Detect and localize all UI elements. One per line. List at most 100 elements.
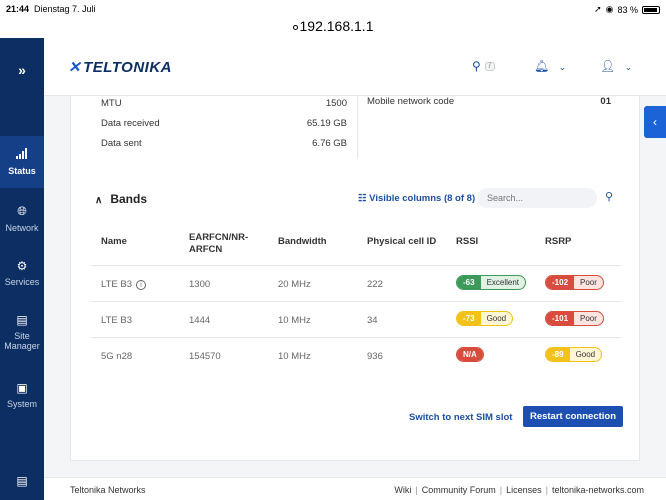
mobile-status-card: MTU 1500 Data received 65.19 GB Data sen… — [70, 96, 640, 461]
rsrp-badge: -102 Poor — [545, 275, 604, 290]
columns-icon: ☷ — [358, 193, 367, 204]
table-row: 5G n28 154570 10 MHz 936 N/A -89 Good — [91, 337, 621, 373]
chevron-down-icon: ⌄ — [558, 62, 567, 72]
rssi-badge: N/A — [456, 347, 484, 362]
column-header-rsrp[interactable]: RSRP — [545, 236, 571, 247]
info-row-mobile-network-code: Mobile network code 01 — [367, 96, 611, 107]
device-status-bar: 21:44 Dienstag 7. Juli ➚ ◉ 83 % — [0, 0, 666, 18]
clock: 21:44 — [6, 4, 30, 14]
footer-company: Teltonika Networks — [70, 485, 146, 495]
info-label: Data sent — [101, 138, 142, 149]
expand-sidebar-button[interactable]: » — [0, 62, 44, 78]
cell-name: 5G n28 — [101, 351, 133, 362]
rsrp-badge: -89 Good — [545, 347, 603, 362]
notifications-button[interactable]: 🔔︎ ⌄ — [534, 59, 566, 73]
side-panel-toggle[interactable]: ‹ — [644, 106, 666, 138]
info-row-mtu: MTU 1500 — [101, 98, 347, 109]
column-header-name[interactable]: Name — [101, 236, 127, 247]
column-header-bandwidth[interactable]: Bandwidth — [278, 236, 327, 247]
location-icon: ➚ — [594, 4, 602, 14]
rsrp-badge: -101 Poor — [545, 311, 604, 326]
table-row: LTE B3 i 1300 20 MHz 222 -63 Excellent -10… — [91, 265, 621, 301]
user-menu-button[interactable]: 👤︎ ⌄ — [600, 59, 632, 73]
column-header-pci[interactable]: Physical cell ID — [367, 236, 436, 247]
info-row-data-sent: Data sent 6.76 GB — [101, 138, 347, 149]
sidebar-item-system[interactable]: ▣ System — [0, 381, 44, 409]
info-value: 6.76 GB — [312, 138, 347, 149]
documentation-icon[interactable]: ▤ — [0, 474, 44, 488]
footer: Teltonika Networks Wiki | Community Foru… — [44, 477, 666, 500]
lock-rotation-icon: ◉ — [605, 4, 614, 14]
bands-search-input[interactable] — [477, 188, 597, 208]
signal-icon — [0, 148, 44, 162]
info-icon[interactable]: i — [135, 280, 146, 290]
switch-sim-button[interactable]: Switch to next SIM slot — [409, 412, 512, 423]
battery-percent: 83 % — [617, 4, 638, 15]
sidebar-item-site-manager[interactable]: ▤ Site Manager — [0, 313, 44, 351]
logo-mark-icon: ✕ — [68, 59, 82, 76]
table-row: LTE B3 1444 10 MHz 34 -73 Good -101 Poor — [91, 301, 621, 337]
cell-bandwidth: 10 MHz — [278, 351, 311, 362]
info-value: 1500 — [325, 98, 347, 109]
search-icon: ⚲ — [472, 59, 481, 73]
search-button[interactable]: ⚲ — [605, 190, 613, 203]
footer-link-licenses[interactable]: Licenses — [506, 485, 542, 495]
footer-link-wiki[interactable]: Wiki — [394, 485, 411, 495]
gear-icon: ⚙ — [16, 259, 28, 273]
visible-columns-button[interactable]: ☷ Visible columns (8 of 8) — [358, 193, 475, 204]
sidebar-item-status[interactable]: Status — [0, 136, 44, 188]
battery-icon — [642, 5, 660, 14]
bell-icon: 🔔︎ — [534, 59, 550, 73]
column-divider — [357, 96, 358, 158]
globe-icon: 🌐︎ — [17, 204, 27, 218]
date: Dienstag 7. Juli — [34, 4, 96, 14]
site-manager-icon: ▤ — [16, 313, 28, 327]
divider: | — [415, 485, 418, 495]
sidebar-item-label: Site Manager — [4, 331, 40, 351]
sidebar-item-label: Services — [4, 277, 40, 287]
address-bar[interactable]: 192.168.1.1 — [0, 18, 666, 38]
user-settings-icon: 👤︎ — [600, 59, 616, 73]
sidebar-item-label: Status — [8, 166, 36, 176]
cell-bandwidth: 10 MHz — [278, 315, 311, 326]
footer-link-website[interactable]: teltonika-networks.com — [552, 485, 644, 495]
cell-pci: 222 — [367, 279, 383, 290]
sidebar-item-services[interactable]: ⚙ Services — [0, 259, 44, 287]
info-value: 01 — [600, 96, 611, 107]
chevron-down-icon: ⌄ — [624, 62, 633, 72]
cell-pci: 936 — [367, 351, 383, 362]
teltonika-logo[interactable]: ✕ TELTONIKA — [68, 58, 172, 76]
footer-link-forum[interactable]: Community Forum — [422, 485, 496, 495]
column-header-earfcn[interactable]: EARFCN/NR-ARFCN — [189, 232, 259, 256]
divider: | — [545, 485, 548, 495]
footer-links: Wiki | Community Forum | Licenses | telt… — [394, 485, 644, 495]
cell-name: LTE B3 i — [101, 279, 146, 290]
info-row-data-received: Data received 65.19 GB — [101, 118, 347, 129]
info-value: 65.19 GB — [306, 118, 347, 129]
site-indicator-icon — [292, 24, 298, 30]
url-text: 192.168.1.1 — [299, 18, 374, 34]
visible-columns-label: Visible columns (8 of 8) — [369, 193, 476, 204]
status-indicators: ➚ ◉ 83 % — [594, 4, 660, 15]
cell-earfcn: 154570 — [189, 351, 221, 362]
bands-section-toggle[interactable]: ∧ Bands — [95, 192, 147, 206]
sidebar-item-label: System — [6, 399, 37, 409]
sidebar: » Status 🌐︎ Network ⚙ Services ▤ Site Ma… — [0, 38, 44, 500]
cell-bandwidth: 20 MHz — [278, 279, 311, 290]
info-label: Mobile network code — [367, 96, 455, 107]
divider: | — [499, 485, 503, 495]
chevron-up-icon: ∧ — [95, 195, 103, 206]
sidebar-item-label: Network — [5, 223, 39, 233]
global-search-button[interactable]: ⚲ / — [472, 59, 495, 73]
info-label: Data received — [101, 118, 160, 129]
chevron-left-icon: ‹ — [653, 115, 657, 129]
sidebar-item-network[interactable]: 🌐︎ Network — [0, 204, 44, 233]
brand-name: TELTONIKA — [83, 59, 173, 76]
section-title: Bands — [110, 192, 148, 206]
info-label: MTU — [101, 98, 122, 109]
cell-earfcn: 1444 — [189, 315, 211, 326]
rssi-badge: -73 Good — [456, 311, 514, 326]
restart-connection-button[interactable]: Restart connection — [523, 406, 623, 427]
rssi-badge: -63 Excellent — [456, 275, 527, 290]
column-header-rssi[interactable]: RSSI — [456, 236, 478, 247]
